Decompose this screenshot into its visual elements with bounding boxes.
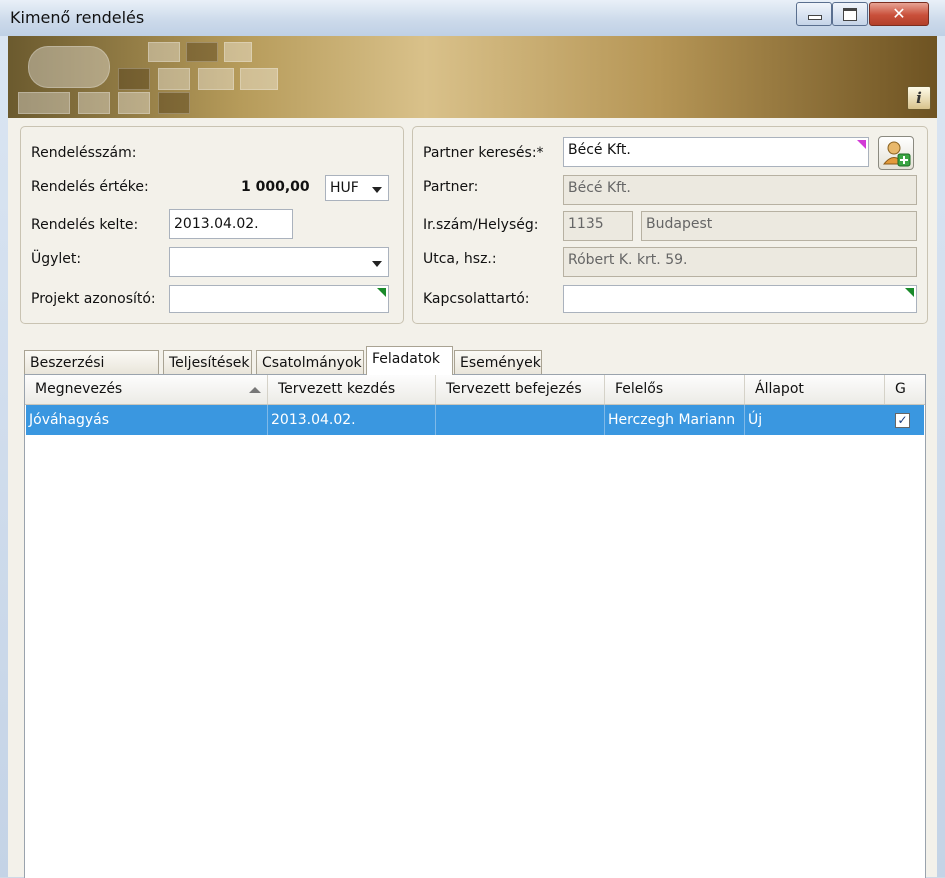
column-header-status[interactable]: Állapot (745, 375, 885, 404)
cell-status: Új (748, 412, 763, 428)
tab-attachments[interactable]: Csatolmányok (256, 350, 364, 374)
zip-field[interactable]: 1135 (563, 211, 633, 241)
add-partner-icon (882, 141, 911, 167)
column-header-name[interactable]: Megnevezés (25, 375, 268, 404)
deal-select[interactable] (169, 247, 389, 277)
city-field[interactable]: Budapest (641, 211, 917, 241)
order-date-field[interactable]: 2013.04.02. (169, 209, 293, 239)
minimize-icon (808, 15, 822, 20)
zip-value: 1135 (568, 216, 604, 232)
street-label: Utca, hsz.: (423, 251, 497, 267)
partner-field[interactable]: Bécé Kft. (563, 175, 917, 205)
tasks-grid: Megnevezés Tervezett kezdés Tervezett be… (24, 374, 926, 878)
cell-planned-start: 2013.04.02. (268, 405, 436, 435)
contact-field[interactable] (563, 285, 917, 313)
column-header-owner[interactable]: Felelős (605, 375, 745, 404)
checkmark-icon: ✓ (897, 413, 908, 427)
column-header-label: Tervezett befejezés (446, 381, 582, 397)
partner-search-label: Partner keresés:* (423, 145, 544, 161)
order-value: 1 000,00 (241, 179, 310, 195)
project-label: Projekt azonosító: (31, 291, 156, 307)
add-partner-button[interactable] (878, 136, 914, 170)
column-header-label: Tervezett kezdés (278, 381, 396, 397)
currency-value: HUF (330, 180, 359, 196)
column-header-planned-start[interactable]: Tervezett kezdés (268, 375, 436, 404)
client-area: i Rendelésszám: Rendelés értéke: 1 000,0… (8, 36, 937, 878)
partner-group: Partner keresés:* Bécé Kft. Partner: Béc… (412, 126, 928, 324)
grid-header: Megnevezés Tervezett kezdés Tervezett be… (25, 375, 925, 405)
g-checkbox[interactable]: ✓ (895, 413, 910, 428)
column-header-label: Megnevezés (35, 381, 123, 397)
close-button[interactable]: ✕ (869, 2, 929, 26)
required-marker-icon (857, 140, 866, 149)
order-group: Rendelésszám: Rendelés értéke: 1 000,00 … (20, 126, 404, 324)
maximize-icon (843, 8, 857, 21)
column-header-label: G (895, 381, 906, 397)
zip-city-label: Ir.szám/Helység: (423, 217, 539, 233)
column-header-label: Felelős (615, 381, 664, 397)
street-field[interactable]: Róbert K. krt. 59. (563, 247, 917, 277)
close-icon: ✕ (892, 4, 906, 23)
order-date-label: Rendelés kelte: (31, 217, 139, 233)
column-header-planned-end[interactable]: Tervezett befejezés (436, 375, 605, 404)
sort-ascending-icon (249, 387, 261, 393)
tab-tasks[interactable]: Feladatok (366, 346, 453, 375)
chevron-down-icon (372, 187, 382, 193)
currency-select[interactable]: HUF (325, 175, 389, 201)
info-button[interactable]: i (907, 86, 931, 110)
window: Kimenő rendelés ✕ i Rendelésszám: Rendel… (0, 0, 945, 878)
partner-value: Bécé Kft. (568, 180, 631, 196)
partner-search-input[interactable]: Bécé Kft. (563, 137, 869, 167)
order-number-label: Rendelésszám: (31, 145, 137, 161)
cell-owner: Herczegh Mariann (605, 405, 745, 435)
tab-purchase-items[interactable]: Beszerzési tételek (24, 350, 159, 395)
contact-label: Kapcsolattartó: (423, 291, 530, 307)
header-banner: i (8, 36, 937, 118)
tab-events[interactable]: Események (454, 350, 542, 374)
cell-name: Jóváhagyás (26, 405, 268, 435)
order-date-value: 2013.04.02. (174, 216, 259, 232)
partner-label: Partner: (423, 179, 479, 195)
project-field[interactable] (169, 285, 389, 313)
cell-planned-end (436, 405, 605, 435)
street-value: Róbert K. krt. 59. (568, 252, 688, 268)
partner-search-value: Bécé Kft. (568, 142, 631, 158)
title-bar[interactable]: Kimenő rendelés ✕ (0, 0, 945, 36)
column-header-g[interactable]: G (885, 375, 925, 404)
order-value-label: Rendelés értéke: (31, 179, 149, 195)
window-title: Kimenő rendelés (10, 8, 145, 27)
column-header-label: Állapot (755, 381, 804, 397)
maximize-button[interactable] (832, 2, 868, 26)
minimize-button[interactable] (796, 2, 832, 26)
lookup-marker-icon (377, 288, 386, 297)
table-row[interactable]: Jóváhagyás 2013.04.02. Herczegh Mariann … (26, 405, 924, 435)
deal-label: Ügylet: (31, 251, 82, 267)
city-value: Budapest (646, 216, 713, 232)
tab-fulfillments[interactable]: Teljesítések (163, 350, 252, 374)
info-icon: i (916, 89, 922, 107)
lookup-marker-icon (905, 288, 914, 297)
chevron-down-icon (372, 261, 382, 267)
